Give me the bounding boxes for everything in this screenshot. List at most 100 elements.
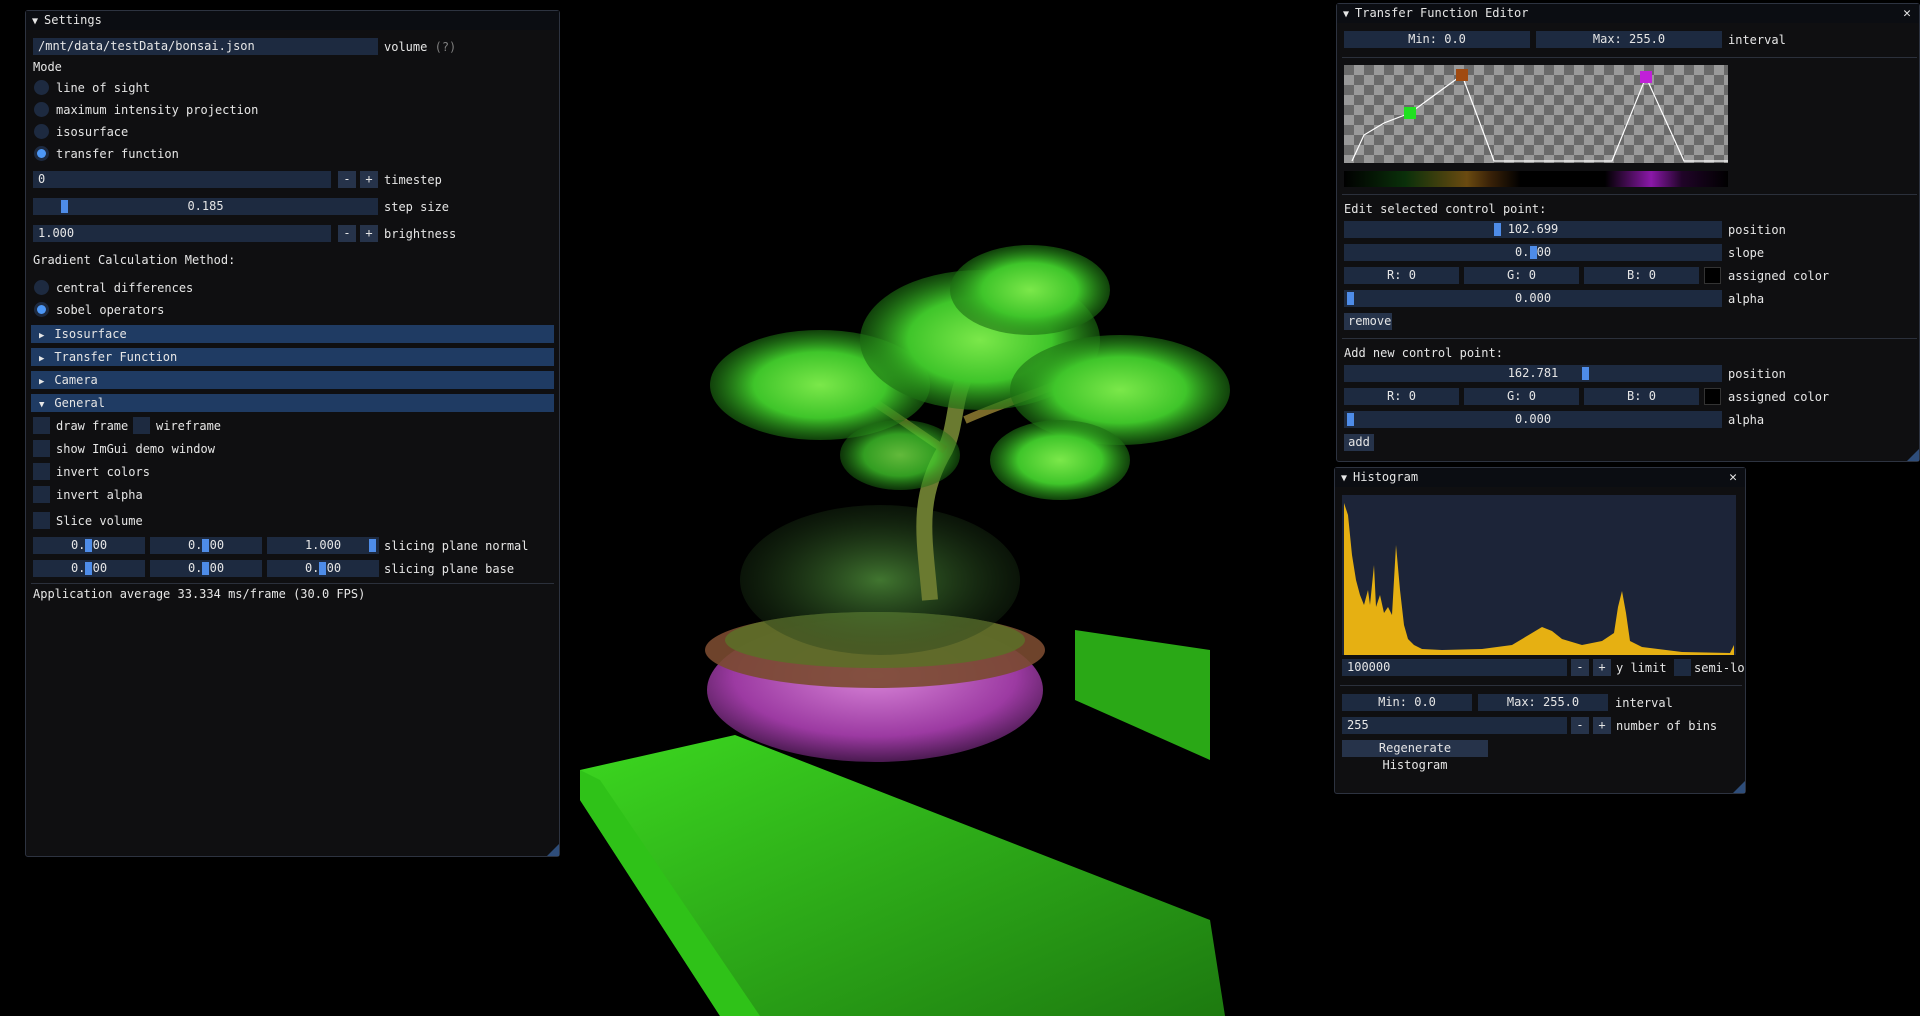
edit-b-input[interactable]: B: 0 [1584, 267, 1699, 284]
gradient-radio-sobel[interactable] [34, 302, 49, 317]
transfer-function-editor-window[interactable]: ▼ Transfer Function Editor ✕ Min: 0.0 Max… [1336, 3, 1920, 462]
mode-radio-line-of-sight[interactable] [34, 80, 49, 95]
draw-frame-checkbox[interactable] [33, 417, 50, 434]
slice-volume-label: Slice volume [56, 514, 143, 528]
histogram-plot[interactable] [1342, 495, 1736, 655]
histogram-min-input[interactable]: Min: 0.0 [1342, 694, 1472, 711]
volume-label: volume (?) [384, 38, 456, 56]
invert-alpha-checkbox[interactable] [33, 486, 50, 503]
slider-grab[interactable] [1494, 223, 1501, 236]
histogram-max-input[interactable]: Max: 255.0 [1478, 694, 1608, 711]
slider-grab[interactable] [85, 539, 92, 552]
slider-grab[interactable] [1347, 413, 1354, 426]
slider-grab[interactable] [61, 200, 68, 213]
timestep-increment-button[interactable]: + [360, 171, 378, 188]
histogram-titlebar[interactable]: ▼ Histogram ✕ [1335, 468, 1745, 487]
edit-color-swatch[interactable] [1704, 267, 1721, 284]
header-label: General [54, 396, 105, 410]
settings-window[interactable]: ▼ Settings /mnt/data/testData/bonsai.json… [25, 10, 560, 857]
header-transfer-function[interactable]: ▶ Transfer Function [31, 348, 554, 366]
wireframe-checkbox[interactable] [133, 417, 150, 434]
file-path-input[interactable]: /mnt/data/testData/bonsai.json [33, 38, 378, 55]
separator [31, 583, 554, 584]
slider-grab[interactable] [319, 562, 326, 575]
gradient-radio-central-differences[interactable] [34, 280, 49, 295]
timestep-decrement-button[interactable]: - [338, 171, 356, 188]
slice-volume-checkbox[interactable] [33, 512, 50, 529]
slider-grab[interactable] [369, 539, 376, 552]
tf-max-input[interactable]: Max: 255.0 [1536, 31, 1722, 48]
slider-grab[interactable] [1582, 367, 1589, 380]
header-isosurface[interactable]: ▶ Isosurface [31, 325, 554, 343]
resize-grip[interactable] [547, 844, 559, 856]
slider-grab[interactable] [1530, 246, 1537, 259]
transfer-function-canvas[interactable] [1344, 65, 1728, 187]
brightness-decrement-button[interactable]: - [338, 225, 356, 242]
brightness-input[interactable]: 1.000 [33, 225, 331, 242]
bins-decrement-button[interactable]: - [1571, 717, 1589, 734]
edit-slope-slider[interactable]: 0.000 [1344, 244, 1722, 261]
edit-alpha-slider[interactable]: 0.000 [1344, 290, 1722, 307]
alpha-label: alpha [1728, 292, 1765, 306]
add-g-input[interactable]: G: 0 [1464, 388, 1579, 405]
step-size-label: step size [384, 200, 450, 214]
normal-z-slider[interactable]: 1.000 [267, 537, 379, 554]
timestep-input[interactable]: 0 [33, 171, 331, 188]
mode-radio-mip[interactable] [34, 102, 49, 117]
semi-log-checkbox[interactable] [1674, 659, 1691, 676]
base-y-slider[interactable]: 0.000 [150, 560, 262, 577]
normal-y-slider[interactable]: 0.000 [150, 537, 262, 554]
regenerate-histogram-button[interactable]: Regenerate Histogram [1342, 740, 1488, 772]
header-general[interactable]: ▼ General [31, 394, 554, 412]
mode-radio-transfer-function[interactable] [34, 146, 49, 161]
collapse-arrow-icon[interactable]: ▼ [1343, 9, 1349, 20]
step-size-slider[interactable]: 0.185 [33, 198, 378, 215]
bins-input[interactable]: 255 [1342, 717, 1567, 734]
collapse-arrow-icon[interactable]: ▼ [32, 16, 38, 27]
mode-radio-isosurface[interactable] [34, 124, 49, 139]
show-demo-label: show ImGui demo window [56, 442, 215, 456]
add-b-input[interactable]: B: 0 [1584, 388, 1699, 405]
collapse-arrow-icon[interactable]: ▼ [1341, 473, 1347, 484]
tf-min-input[interactable]: Min: 0.0 [1344, 31, 1530, 48]
bins-increment-button[interactable]: + [1593, 717, 1611, 734]
close-icon[interactable]: ✕ [1729, 468, 1737, 487]
remove-button[interactable]: remove [1344, 313, 1392, 330]
invert-colors-checkbox[interactable] [33, 463, 50, 480]
control-point-green[interactable] [1404, 107, 1416, 119]
header-camera[interactable]: ▶ Camera [31, 371, 554, 389]
slider-grab[interactable] [202, 562, 209, 575]
floor-slab-back [1075, 630, 1210, 760]
close-icon[interactable]: ✕ [1903, 4, 1911, 23]
base-z-slider[interactable]: 0.000 [267, 560, 379, 577]
control-point-magenta[interactable] [1640, 71, 1652, 83]
control-point-orange[interactable] [1456, 69, 1468, 81]
add-color-swatch[interactable] [1704, 388, 1721, 405]
show-demo-checkbox[interactable] [33, 440, 50, 457]
resize-grip[interactable] [1733, 781, 1745, 793]
add-alpha-slider[interactable]: 0.000 [1344, 411, 1722, 428]
slider-grab[interactable] [85, 562, 92, 575]
brightness-increment-button[interactable]: + [360, 225, 378, 242]
volume-label-text: volume [384, 40, 428, 54]
edit-r-input[interactable]: R: 0 [1344, 267, 1459, 284]
window-title: Transfer Function Editor [1355, 6, 1529, 20]
add-position-slider[interactable]: 162.781 [1344, 365, 1722, 382]
y-limit-decrement-button[interactable]: - [1571, 659, 1589, 676]
histogram-window[interactable]: ▼ Histogram ✕ 100000 - + y limit semi-lo … [1334, 467, 1746, 794]
settings-titlebar[interactable]: ▼ Settings [26, 11, 559, 30]
edit-position-slider[interactable]: 102.699 [1344, 221, 1722, 238]
y-limit-input[interactable]: 100000 [1342, 659, 1567, 676]
normal-x-slider[interactable]: 0.000 [33, 537, 145, 554]
add-r-input[interactable]: R: 0 [1344, 388, 1459, 405]
canopy [840, 420, 960, 490]
tf-editor-titlebar[interactable]: ▼ Transfer Function Editor ✕ [1337, 4, 1919, 23]
edit-g-input[interactable]: G: 0 [1464, 267, 1579, 284]
help-marker[interactable]: (?) [435, 40, 457, 54]
base-x-slider[interactable]: 0.000 [33, 560, 145, 577]
y-limit-increment-button[interactable]: + [1593, 659, 1611, 676]
slider-grab[interactable] [1347, 292, 1354, 305]
slider-grab[interactable] [202, 539, 209, 552]
add-button[interactable]: add [1344, 434, 1374, 451]
resize-grip[interactable] [1907, 449, 1919, 461]
